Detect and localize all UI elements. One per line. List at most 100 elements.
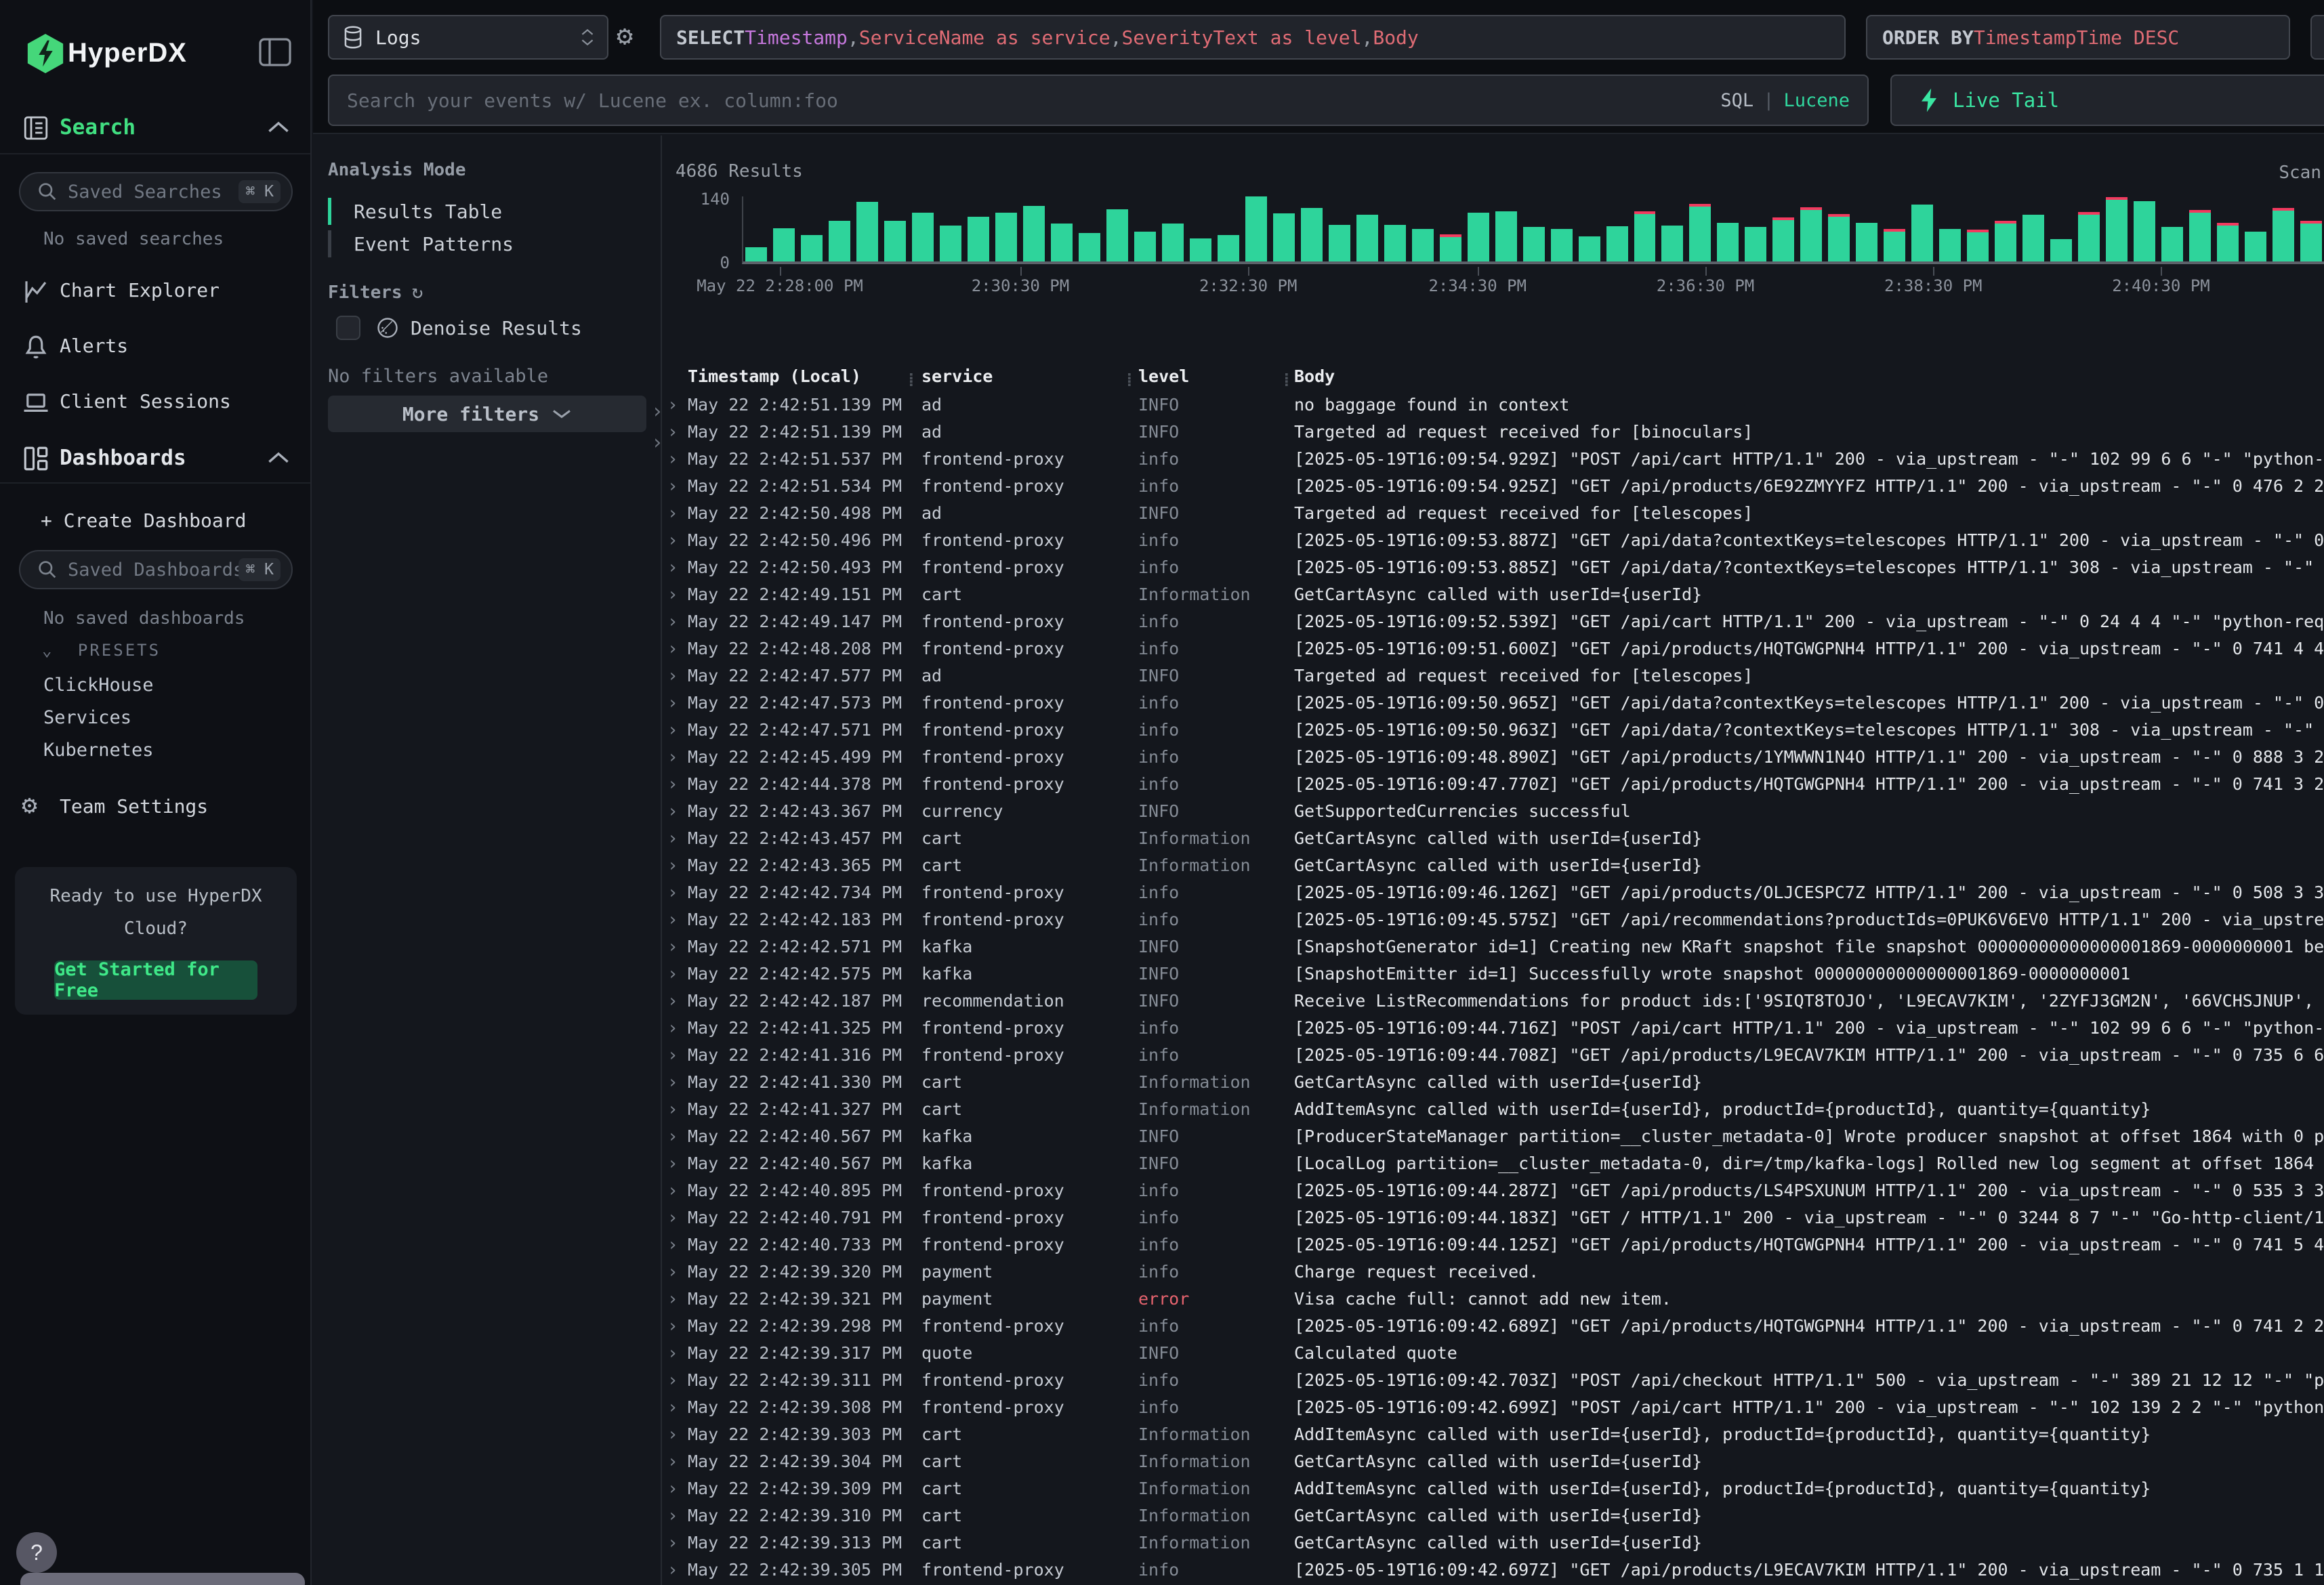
table-row[interactable]: ›May 22 2:42:48.208 PMfrontend-proxyinfo…	[667, 635, 2324, 662]
table-row[interactable]: ›May 22 2:42:51.139 PMadINFOTargeted ad …	[667, 419, 2324, 446]
histogram-bar[interactable]	[1329, 196, 1350, 261]
row-expand-chevron-icon[interactable]: ›	[667, 690, 688, 717]
histogram-bar[interactable]	[1884, 196, 1905, 261]
sidebar-item-search[interactable]: Search	[0, 110, 310, 145]
histogram-bar[interactable]	[1967, 196, 1989, 261]
table-row[interactable]: ›May 22 2:42:39.304 PMcartInformationGet…	[667, 1448, 2324, 1475]
table-row[interactable]: ›May 22 2:42:47.571 PMfrontend-proxyinfo…	[667, 717, 2324, 744]
table-row[interactable]: ›May 22 2:42:39.298 PMfrontend-proxyinfo…	[667, 1313, 2324, 1340]
row-expand-chevron-icon[interactable]: ›	[667, 879, 688, 906]
histogram-bar[interactable]	[1689, 196, 1711, 261]
histogram-bar[interactable]	[1911, 196, 1933, 261]
sidebar-item-client-sessions[interactable]: Client Sessions	[0, 386, 310, 419]
table-row[interactable]: ›May 22 2:42:50.493 PMfrontend-proxyinfo…	[667, 554, 2324, 581]
table-row[interactable]: ›May 22 2:42:39.321 PMpaymenterrorVisa c…	[667, 1286, 2324, 1313]
table-row[interactable]: ›May 22 2:42:41.316 PMfrontend-proxyinfo…	[667, 1042, 2324, 1069]
row-expand-chevron-icon[interactable]: ›	[667, 1069, 688, 1096]
row-expand-chevron-icon[interactable]: ›	[667, 1015, 688, 1042]
row-expand-chevron-icon[interactable]: ›	[667, 608, 688, 635]
histogram-bar[interactable]	[2300, 196, 2322, 261]
row-expand-chevron-icon[interactable]: ›	[667, 988, 688, 1015]
histogram-bar[interactable]	[2161, 196, 2183, 261]
table-row[interactable]: ›May 22 2:42:43.457 PMcartInformationGet…	[667, 825, 2324, 852]
table-row[interactable]: ›May 22 2:42:47.577 PMadINFOTargeted ad …	[667, 662, 2324, 690]
row-expand-chevron-icon[interactable]: ›	[667, 1448, 688, 1475]
row-expand-chevron-icon[interactable]: ›	[667, 1042, 688, 1069]
histogram-bar[interactable]	[1190, 196, 1211, 261]
histogram-bar[interactable]	[1828, 196, 1850, 261]
histogram-bar[interactable]	[856, 196, 878, 261]
presets-group-toggle[interactable]: ⌄ PRESETS	[42, 641, 161, 660]
histogram-bar[interactable]	[1495, 196, 1517, 261]
table-row[interactable]: ›May 22 2:42:42.575 PMkafkaINFO[Snapshot…	[667, 960, 2324, 988]
create-dashboard-button[interactable]: + Create Dashboard	[41, 509, 246, 532]
table-row[interactable]: ›May 22 2:42:40.791 PMfrontend-proxyinfo…	[667, 1204, 2324, 1231]
histogram-bar[interactable]	[1356, 196, 1378, 261]
histogram-bar[interactable]	[745, 196, 767, 261]
histogram-bar[interactable]	[2106, 196, 2128, 261]
save-button[interactable]: Sa	[2310, 15, 2324, 60]
histogram-bar[interactable]	[1551, 196, 1573, 261]
table-row[interactable]: ›May 22 2:42:51.139 PMadINFOno baggage f…	[667, 392, 2324, 419]
table-row[interactable]: ›May 22 2:42:41.327 PMcartInformationAdd…	[667, 1096, 2324, 1123]
chevron-up-icon[interactable]	[267, 450, 290, 465]
row-expand-chevron-icon[interactable]: ›	[667, 933, 688, 960]
source-settings-gear-icon[interactable]: ⚙	[617, 20, 633, 51]
row-expand-chevron-icon[interactable]: ›	[667, 1123, 688, 1150]
row-expand-chevron-icon[interactable]: ›	[667, 635, 688, 662]
select-columns-input[interactable]: SELECT Timestamp, ServiceName as service…	[660, 15, 1846, 60]
table-row[interactable]: ›May 22 2:42:40.567 PMkafkaINFO[LocalLog…	[667, 1150, 2324, 1177]
table-row[interactable]: ›May 22 2:42:42.734 PMfrontend-proxyinfo…	[667, 879, 2324, 906]
row-expand-chevron-icon[interactable]: ›	[667, 392, 688, 419]
table-row[interactable]: ›May 22 2:42:50.498 PMadINFOTargeted ad …	[667, 500, 2324, 527]
row-expand-chevron-icon[interactable]: ›	[667, 581, 688, 608]
histogram-bar[interactable]	[995, 196, 1017, 261]
row-expand-chevron-icon[interactable]: ›	[667, 771, 688, 798]
histogram-bar[interactable]	[912, 196, 934, 261]
preset-item-clickhouse[interactable]: ClickHouse	[43, 675, 154, 696]
histogram-bar[interactable]	[2022, 196, 2044, 261]
histogram-bar[interactable]	[829, 196, 850, 261]
get-started-button[interactable]: Get Started for Free	[54, 960, 257, 1000]
column-resize-handle[interactable]: ⁞	[906, 366, 917, 396]
row-expand-chevron-icon[interactable]: ›	[667, 1286, 688, 1313]
row-expand-chevron-icon[interactable]: ›	[667, 1475, 688, 1502]
histogram-bar[interactable]	[1856, 196, 1877, 261]
histogram-bar[interactable]	[1106, 196, 1128, 261]
preset-item-kubernetes[interactable]: Kubernetes	[43, 740, 154, 761]
row-expand-chevron-icon[interactable]: ›	[667, 554, 688, 581]
histogram-bar[interactable]	[940, 196, 961, 261]
event-search-input[interactable]: Search your events w/ Lucene ex. column:…	[328, 75, 1869, 126]
histogram-bar[interactable]	[1606, 196, 1628, 261]
histogram-bar[interactable]	[1579, 196, 1600, 261]
row-expand-chevron-icon[interactable]: ›	[667, 1367, 688, 1394]
row-expand-chevron-icon[interactable]: ›	[667, 1557, 688, 1584]
table-row[interactable]: ›May 22 2:42:42.571 PMkafkaINFO[Snapshot…	[667, 933, 2324, 960]
table-row[interactable]: ›May 22 2:42:41.325 PMfrontend-proxyinfo…	[667, 1015, 2324, 1042]
histogram-bar[interactable]	[1301, 196, 1323, 261]
table-row[interactable]: ›May 22 2:42:39.308 PMfrontend-proxyinfo…	[667, 1394, 2324, 1421]
histogram-bar[interactable]	[1634, 196, 1656, 261]
table-row[interactable]: ›May 22 2:42:42.187 PMrecommendationINFO…	[667, 988, 2324, 1015]
saved-searches-input[interactable]: Saved Searches ⌘ K	[19, 172, 293, 211]
sidebar-item-alerts[interactable]: Alerts	[0, 331, 310, 363]
table-row[interactable]: ›May 22 2:42:39.313 PMcartInformationGet…	[667, 1529, 2324, 1557]
histogram-bar[interactable]	[1079, 196, 1100, 261]
histogram-bar[interactable]	[2134, 196, 2155, 261]
table-row[interactable]: ›May 22 2:42:42.183 PMfrontend-proxyinfo…	[667, 906, 2324, 933]
table-row[interactable]: ›May 22 2:42:40.895 PMfrontend-proxyinfo…	[667, 1177, 2324, 1204]
histogram-bar[interactable]	[1245, 196, 1267, 261]
histogram-bar[interactable]	[2217, 196, 2239, 261]
mode-event-patterns[interactable]: Event Patterns	[328, 228, 613, 260]
mode-sql-button[interactable]: SQL	[1720, 90, 1754, 111]
histogram-bar[interactable]	[1523, 196, 1545, 261]
histogram-bar[interactable]	[1745, 196, 1766, 261]
sidebar-item-dashboards[interactable]: Dashboards	[0, 440, 310, 476]
histogram-bar[interactable]	[1939, 196, 1961, 261]
sidebar-collapse-icon[interactable]	[257, 37, 293, 68]
row-expand-chevron-icon[interactable]: ›	[667, 1340, 688, 1367]
row-expand-chevron-icon[interactable]: ›	[667, 798, 688, 825]
refresh-icon[interactable]: ↻	[412, 280, 423, 303]
histogram-bar[interactable]	[884, 196, 906, 261]
table-row[interactable]: ›May 22 2:42:51.534 PMfrontend-proxyinfo…	[667, 473, 2324, 500]
